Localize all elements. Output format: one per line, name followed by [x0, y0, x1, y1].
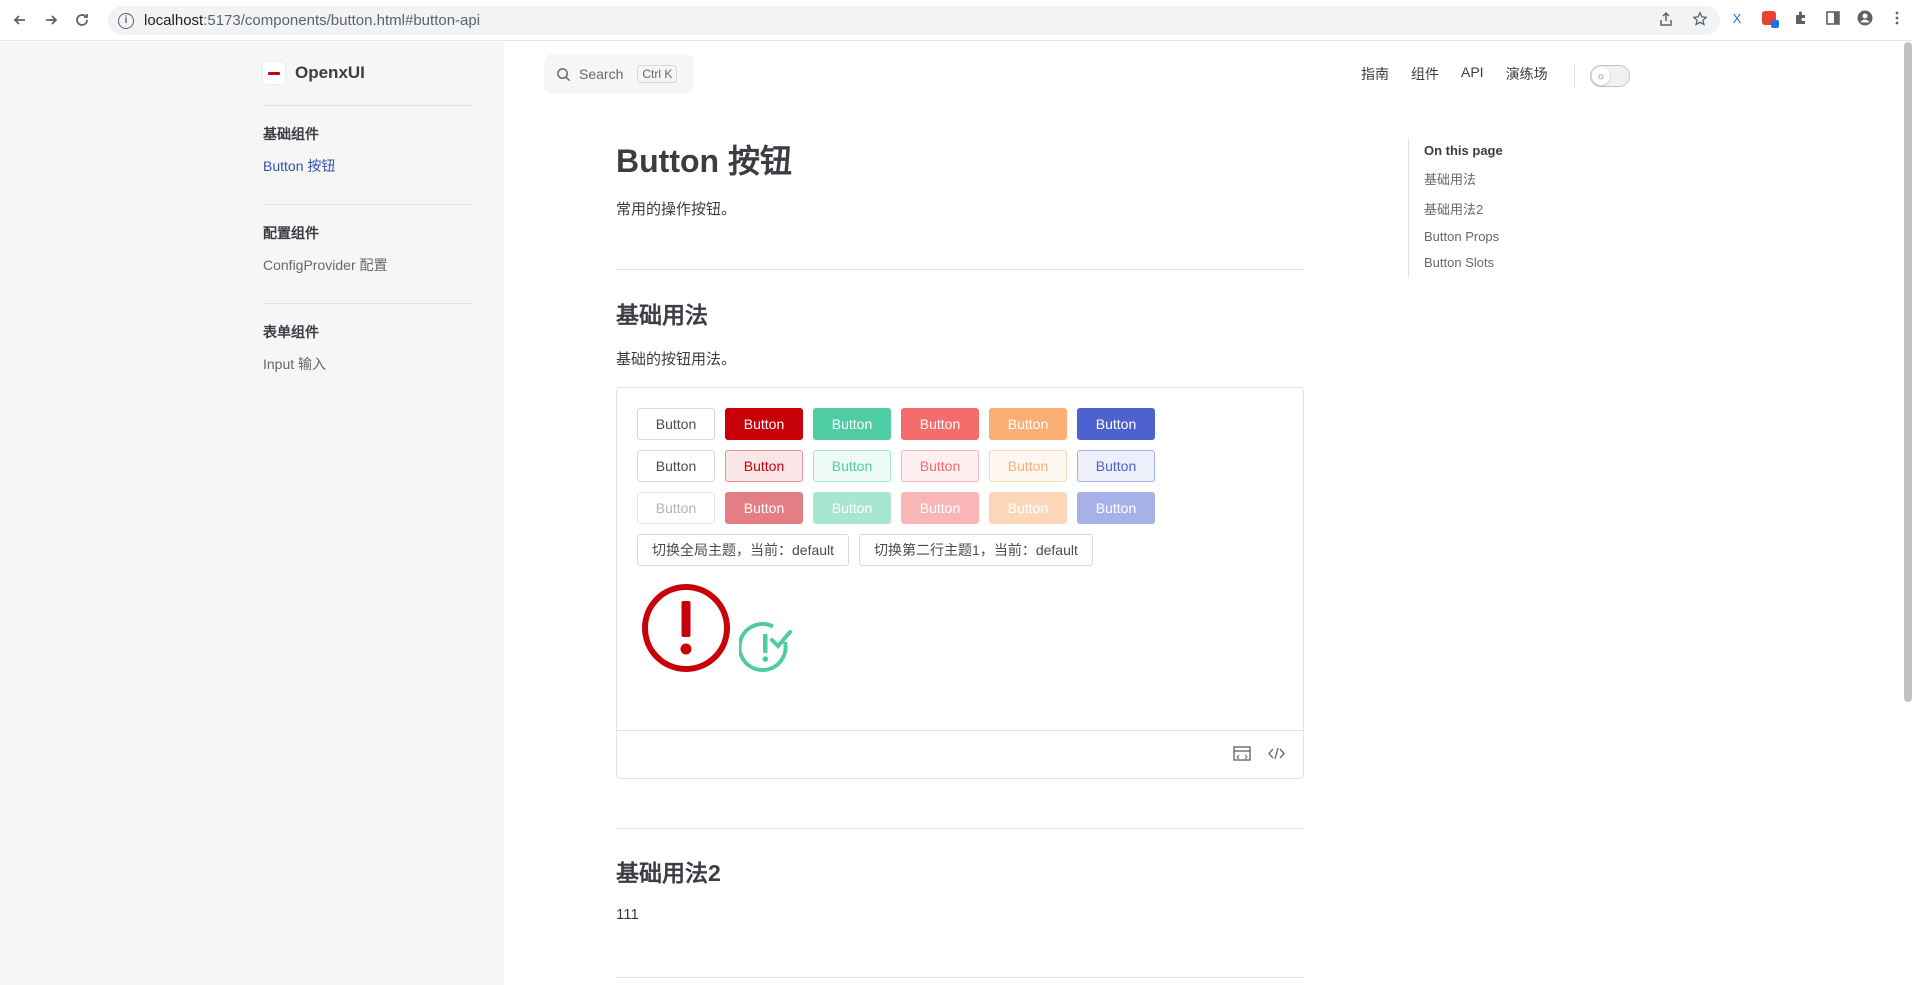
nav-divider — [1574, 64, 1575, 88]
translate-extension-icon[interactable]: X — [1728, 9, 1746, 27]
row2-button-3[interactable]: Button — [813, 450, 891, 482]
section-title: 基础用法 — [616, 302, 708, 328]
sidebar-divider — [263, 303, 472, 304]
sidebar-group-title: 表单组件 — [263, 324, 319, 340]
demo-actions — [617, 730, 1303, 778]
address-bar[interactable]: i localhost:5173/components/button.html#… — [108, 6, 1720, 35]
sidebar-item-configprovider[interactable]: ConfigProvider 配置 — [263, 255, 388, 275]
row2-button-6[interactable]: Button — [1077, 450, 1155, 482]
row3-button-1[interactable]: Button — [637, 492, 715, 524]
page-lead: 常用的操作按钮。 — [616, 201, 737, 218]
profile-avatar-icon[interactable] — [1856, 9, 1874, 27]
brand[interactable]: OpenxUI — [263, 62, 365, 84]
section-title: 基础用法2 — [616, 860, 721, 886]
button-row-3: Button Button Button Button Button Button — [637, 492, 1155, 524]
search-shortcut: Ctrl K — [637, 65, 678, 83]
nav-guide[interactable]: 指南 — [1361, 64, 1389, 84]
section-desc: 基础的按钮用法。 — [616, 351, 737, 368]
sidebar-item-button[interactable]: Button 按钮 — [263, 156, 335, 176]
row1-button-6[interactable]: Button — [1077, 408, 1155, 440]
button-row-1: Button Button Button Button Button Button — [637, 408, 1155, 440]
row3-button-5[interactable]: Button — [989, 492, 1067, 524]
scrollbar[interactable] — [1904, 42, 1912, 702]
row3-button-3[interactable]: Button — [813, 492, 891, 524]
sun-icon: ☼ — [1592, 67, 1610, 85]
section-divider — [616, 269, 1304, 270]
nav-playground[interactable]: 演练场 — [1506, 64, 1548, 84]
bookmark-star-icon[interactable] — [1692, 11, 1708, 31]
docs-page: OpenxUI 基础组件 Button 按钮 配置组件 ConfigProvid… — [0, 42, 1912, 985]
reload-icon[interactable] — [71, 9, 93, 31]
search-label: Search — [579, 66, 624, 82]
toc-item-props[interactable]: Button Props — [1424, 229, 1503, 244]
brand-name: OpenxUI — [295, 63, 365, 82]
sidebar-divider — [263, 105, 472, 106]
url-path: :5173/components/button.html#button-api — [203, 12, 481, 29]
brand-logo — [263, 62, 285, 84]
toc-item-basic2[interactable]: 基础用法2 — [1424, 199, 1503, 218]
button-row-toggles: 切换全局主题，当前：default 切换第二行主题1，当前：default — [637, 534, 1093, 566]
row3-button-2[interactable]: Button — [725, 492, 803, 524]
side-panel-icon[interactable] — [1824, 9, 1842, 27]
warning-circle-icon — [642, 584, 730, 672]
nav-api[interactable]: API — [1461, 64, 1484, 84]
toggle-global-theme-button[interactable]: 切换全局主题，当前：default — [637, 534, 850, 566]
view-source-icon[interactable] — [1268, 746, 1285, 764]
more-menu-icon[interactable] — [1888, 9, 1906, 27]
nav-components[interactable]: 组件 — [1411, 64, 1439, 84]
section-desc: 111 — [616, 906, 639, 923]
table-of-contents: On this page 基础用法 基础用法2 Button Props But… — [1408, 138, 1503, 278]
row2-button-4[interactable]: Button — [901, 450, 979, 482]
browser-toolbar: i localhost:5173/components/button.html#… — [0, 0, 1912, 41]
playground-icon[interactable] — [1233, 746, 1251, 764]
url-host: localhost — [144, 12, 204, 29]
row2-button-2[interactable]: Button — [725, 450, 803, 482]
row3-button-4[interactable]: Button — [901, 492, 979, 524]
toc-item-slots[interactable]: Button Slots — [1424, 255, 1503, 270]
button-row-2: Button Button Button Button Button Button — [637, 450, 1155, 482]
row2-button-1[interactable]: Button — [637, 450, 715, 482]
sidebar-group-title: 基础组件 — [263, 126, 319, 142]
sidebar-divider — [263, 204, 472, 205]
toc-item-basic[interactable]: 基础用法 — [1424, 169, 1503, 188]
row1-button-1[interactable]: Button — [637, 408, 715, 440]
check-circle-icon — [739, 622, 792, 672]
row2-button-5[interactable]: Button — [989, 450, 1067, 482]
theme-toggle[interactable]: ☼ — [1590, 65, 1630, 87]
share-icon[interactable] — [1658, 11, 1674, 31]
section-divider — [616, 828, 1304, 829]
demo-block: Button Button Button Button Button Button But… — [616, 387, 1304, 779]
top-nav: 指南 组件 API 演练场 — [1361, 64, 1548, 84]
row3-button-6[interactable]: Button — [1077, 492, 1155, 524]
toggle-row2-theme-button[interactable]: 切换第二行主题1，当前：default — [859, 534, 1093, 566]
forward-icon[interactable] — [40, 9, 62, 31]
extensions-puzzle-icon[interactable] — [1792, 9, 1810, 27]
row1-button-4[interactable]: Button — [901, 408, 979, 440]
sidebar: OpenxUI 基础组件 Button 按钮 配置组件 ConfigProvid… — [0, 42, 504, 985]
search-icon — [557, 67, 571, 81]
toc-title: On this page — [1424, 143, 1503, 158]
row1-button-5[interactable]: Button — [989, 408, 1067, 440]
search-button[interactable]: Search Ctrl K — [544, 54, 694, 94]
extension-icon[interactable] — [1760, 9, 1779, 28]
row1-button-2[interactable]: Button — [725, 408, 803, 440]
site-info-icon[interactable]: i — [118, 12, 134, 29]
page-title: Button 按钮 — [616, 143, 792, 179]
section-divider — [616, 977, 1304, 978]
sidebar-item-input[interactable]: Input 输入 — [263, 354, 326, 374]
row1-button-3[interactable]: Button — [813, 408, 891, 440]
sidebar-group-title: 配置组件 — [263, 225, 319, 241]
back-icon[interactable] — [9, 9, 31, 31]
